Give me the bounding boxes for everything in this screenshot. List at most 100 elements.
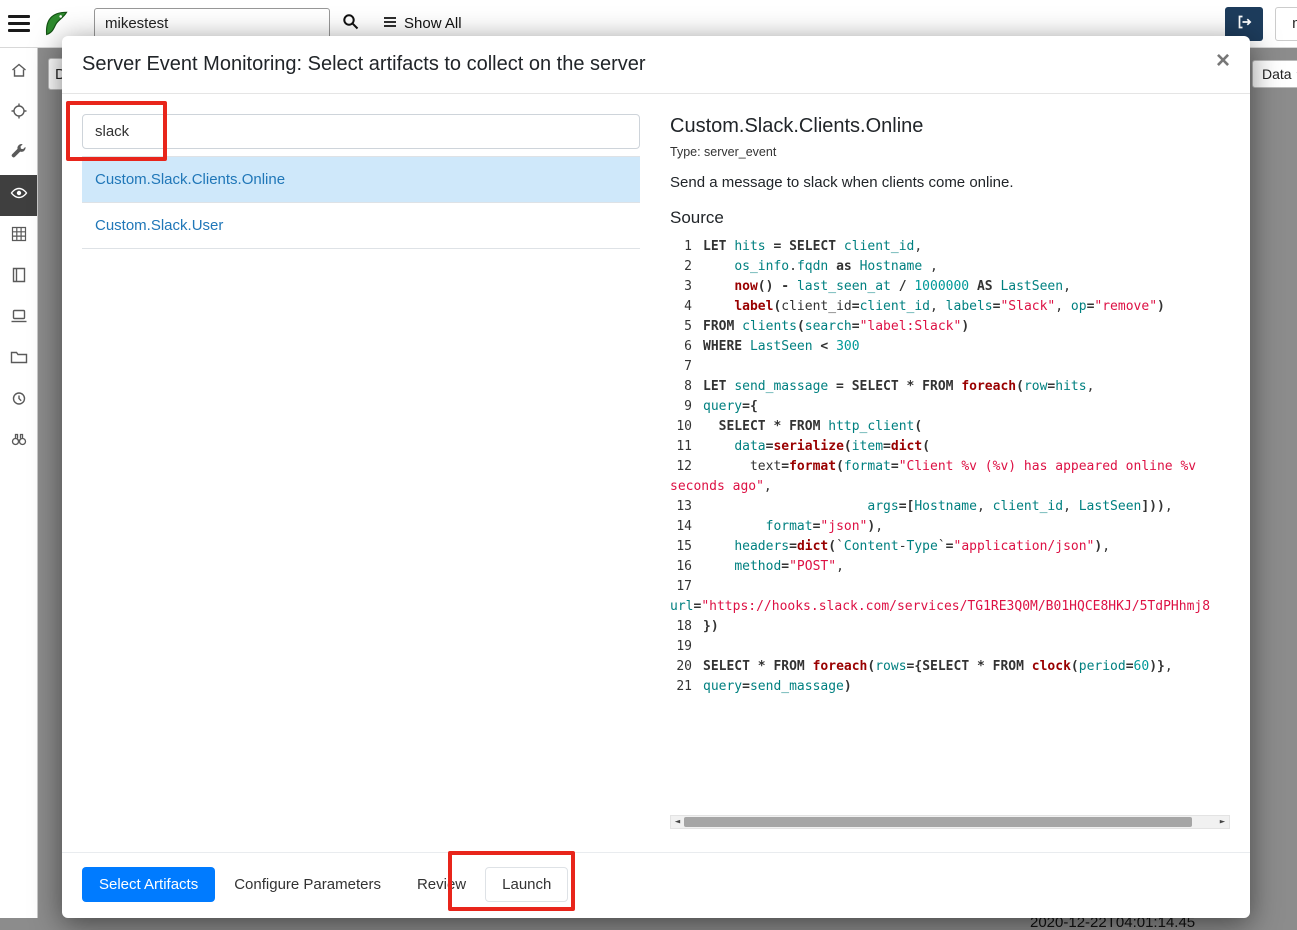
sidebar-item-search-hosts[interactable] <box>0 421 37 462</box>
velociraptor-app: Show All mi D Data ▾ <box>0 0 1297 930</box>
code-line: 20SELECT * FROM foreach(rows={SELECT * F… <box>670 657 1230 677</box>
line-number: 2 <box>670 257 692 277</box>
code-line: 2 os_info.fqdn as Hostname , <box>670 257 1230 277</box>
sidebar <box>0 48 38 918</box>
laptop-icon <box>10 307 28 330</box>
menu-icon[interactable] <box>8 11 30 36</box>
sidebar-item-hunts[interactable] <box>0 93 37 134</box>
sidebar-item-server-events[interactable] <box>0 175 37 216</box>
show-all-label: Show All <box>404 15 462 32</box>
crosshair-icon <box>10 102 28 125</box>
history-icon <box>10 389 28 412</box>
logout-icon <box>1235 13 1253 34</box>
modal-header: Server Event Monitoring: Select artifact… <box>62 36 1250 94</box>
line-number: 5 <box>670 317 692 337</box>
code-line: url="https://hooks.slack.com/services/TG… <box>670 597 1230 617</box>
code-lines: 1LET hits = SELECT client_id,2 os_info.f… <box>670 237 1230 697</box>
code-line: 19 <box>670 637 1230 657</box>
artifact-list-item[interactable]: Custom.Slack.Clients.Online <box>82 157 640 203</box>
modal-footer: Select ArtifactsConfigure ParametersRevi… <box>62 852 1250 918</box>
sidebar-item-history[interactable] <box>0 380 37 421</box>
artifact-type: Type: server_event <box>670 145 1230 159</box>
sidebar-item-artifacts[interactable] <box>0 134 37 175</box>
code-line: 17 <box>670 577 1230 597</box>
list-icon <box>383 15 397 32</box>
client-search-input[interactable] <box>94 8 330 39</box>
line-number: 10 <box>670 417 692 437</box>
sidebar-item-table[interactable] <box>0 216 37 257</box>
tab-configure-parameters[interactable]: Configure Parameters <box>217 867 398 902</box>
code-line: 12 text=format(format="Client %v (%v) ha… <box>670 457 1230 477</box>
code-line: 21query=send_massage) <box>670 677 1230 697</box>
eye-icon <box>10 184 28 207</box>
line-number: 8 <box>670 377 692 397</box>
artifact-selector-panel: Custom.Slack.Clients.OnlineCustom.Slack.… <box>82 114 640 852</box>
line-number: 17 <box>670 577 692 597</box>
horizontal-scrollbar[interactable]: ◄ ► <box>670 815 1230 829</box>
scroll-left-arrow[interactable]: ◄ <box>671 816 684 828</box>
line-number: 3 <box>670 277 692 297</box>
code-line: 7 <box>670 357 1230 377</box>
code-line: 10 SELECT * FROM http_client( <box>670 417 1230 437</box>
modal-body: Custom.Slack.Clients.OnlineCustom.Slack.… <box>62 94 1250 852</box>
data-dropdown-label: Data <box>1262 66 1292 82</box>
close-icon[interactable]: × <box>1216 51 1230 71</box>
line-number: 21 <box>670 677 692 697</box>
line-number: 20 <box>670 657 692 677</box>
line-number: 13 <box>670 497 692 517</box>
tab-select-artifacts[interactable]: Select Artifacts <box>82 867 215 902</box>
artifact-details-panel: Custom.Slack.Clients.Online Type: server… <box>670 114 1230 852</box>
line-number: 18 <box>670 617 692 637</box>
code-line: 6WHERE LastSeen < 300 <box>670 337 1230 357</box>
code-line: 4 label(client_id=client_id, labels="Sla… <box>670 297 1230 317</box>
code-line: 14 format="json"), <box>670 517 1230 537</box>
server-event-monitoring-modal: Server Event Monitoring: Select artifact… <box>62 36 1250 918</box>
line-number: 9 <box>670 397 692 417</box>
modal-title: Server Event Monitoring: Select artifact… <box>82 51 646 78</box>
search-icon <box>342 13 359 34</box>
line-number: 12 <box>670 457 692 477</box>
code-line: 16 method="POST", <box>670 557 1230 577</box>
artifact-list-item[interactable]: Custom.Slack.User <box>82 203 640 249</box>
book-icon <box>10 266 28 289</box>
sidebar-item-host[interactable] <box>0 298 37 339</box>
show-all-button[interactable]: Show All <box>371 8 474 40</box>
code-line: 18}) <box>670 617 1230 637</box>
user-button[interactable]: mi <box>1275 7 1297 41</box>
source-code-block[interactable]: 1LET hits = SELECT client_id,2 os_info.f… <box>670 237 1230 829</box>
line-number: 19 <box>670 637 692 657</box>
line-number: 1 <box>670 237 692 257</box>
scroll-right-arrow[interactable]: ► <box>1216 816 1229 828</box>
tab-review[interactable]: Review <box>400 867 483 902</box>
grid-icon <box>10 225 28 248</box>
wizard-tabs: Select ArtifactsConfigure ParametersRevi… <box>82 867 1230 902</box>
artifact-list: Custom.Slack.Clients.OnlineCustom.Slack.… <box>82 156 640 249</box>
sidebar-item-home[interactable] <box>0 52 37 93</box>
folder-icon <box>10 348 28 371</box>
line-number: 16 <box>670 557 692 577</box>
line-number: 6 <box>670 337 692 357</box>
code-line: 8LET send_massage = SELECT * FROM foreac… <box>670 377 1230 397</box>
scrollbar-thumb[interactable] <box>684 817 1192 827</box>
sidebar-item-library[interactable] <box>0 257 37 298</box>
line-number: 4 <box>670 297 692 317</box>
velociraptor-logo <box>42 8 70 40</box>
tab-launch[interactable]: Launch <box>485 867 568 902</box>
source-heading: Source <box>670 208 1230 228</box>
artifact-search-input[interactable] <box>82 114 640 149</box>
line-number: 15 <box>670 537 692 557</box>
artifact-title: Custom.Slack.Clients.Online <box>670 115 1230 138</box>
code-line: 11 data=serialize(item=dict( <box>670 437 1230 457</box>
code-line: 1LET hits = SELECT client_id, <box>670 237 1230 257</box>
line-number: 14 <box>670 517 692 537</box>
data-dropdown-button[interactable]: Data ▾ <box>1252 60 1297 88</box>
binoculars-icon <box>10 430 28 453</box>
code-line: 15 headers=dict(`Content-Type`="applicat… <box>670 537 1230 557</box>
code-line: seconds ago", <box>670 477 1230 497</box>
line-number: 7 <box>670 357 692 377</box>
code-line: 9query={ <box>670 397 1230 417</box>
code-line: 3 now() - last_seen_at / 1000000 AS Last… <box>670 277 1230 297</box>
search-button[interactable] <box>330 8 371 40</box>
sidebar-item-files[interactable] <box>0 339 37 380</box>
code-line: 5FROM clients(search="label:Slack") <box>670 317 1230 337</box>
